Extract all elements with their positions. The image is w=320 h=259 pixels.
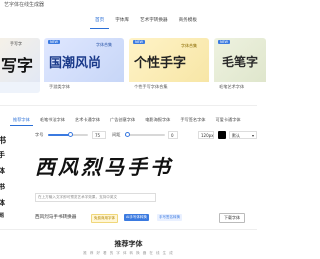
font-result-row: 西风烈马手书转换器 免费商用字体 AI手写体转换 手写签名转换 下载字体 [0,212,257,224]
style-select[interactable]: 默认 ▾ [229,131,257,139]
tab-font-library[interactable]: 字体库 [110,13,134,29]
slider-handle[interactable] [68,132,73,137]
banner-caption: 毛笔艺术字体 [219,84,245,89]
width-value[interactable]: 120px [198,131,214,139]
side-glyph: 体 [0,198,5,207]
category-tabs: 推荐字体 毛笔书法字体 艺术卡通字体 广告创意字体 电影海报字体 手写签名字体 … [10,115,244,126]
tab-business-template[interactable]: 商务模板 [174,13,202,29]
tab-brush[interactable]: 毛笔书法字体 [37,115,68,126]
tab-home[interactable]: 首页 [90,13,110,29]
banner-carousel: 手写字 写字 NEW 字体合集 国潮风尚 手游类字体 NEW 字体合集 个性手字… [0,38,266,93]
spacing-value[interactable]: 0 [168,131,178,139]
banner-subtitle: 字体合集 [96,42,112,47]
banner-card[interactable]: NEW 字体合集 国潮风尚 手游类字体 [44,38,124,93]
style-select-value: 默认 [232,133,240,138]
banner-art-text: 毛笔字 [222,55,259,69]
divider [0,229,257,230]
free-badge: 免费商用字体 [91,214,118,223]
size-slider[interactable] [48,132,88,137]
spacing-label: 间距 [112,132,121,137]
banner-caption: 个性手写字体合集 [134,84,168,89]
banner-subtitle: 字体合集 [181,43,197,48]
font-preview-text: 西风烈马手书 [35,155,173,179]
top-nav: 首页 字体库 艺术字转换器 商务模板 [90,13,202,29]
side-glyph: 书 [0,135,6,145]
divider [0,105,257,106]
tab-advert[interactable]: 广告创意字体 [107,115,138,126]
preview-text-input[interactable]: 在上方输入文字即可预览艺术字效果，支持中英文 [35,193,156,202]
tab-movie-poster[interactable]: 电影海报字体 [142,115,173,126]
tab-recommended[interactable]: 推荐字体 [10,115,33,126]
banner-art-text: 国潮风尚 [49,56,102,71]
ai-badge: AI手写体转换 [124,214,149,221]
color-swatch[interactable] [218,131,226,139]
control-bar: 字号 75 间距 0 120px 默认 ▾ [0,131,257,141]
section-title: 推荐字体 [114,240,143,248]
size-label: 字号 [35,132,44,137]
download-button[interactable]: 下载字体 [219,213,245,223]
banner-tag: NEW [133,40,146,44]
banner-caption: 手游类字体 [49,84,70,89]
tab-signature[interactable]: 手写签名字体 [177,115,208,126]
banner-art-text: 个性手字 [134,56,187,71]
banner-subtitle: 手写字 [10,41,22,46]
banner-art-text: 写字 [1,56,34,75]
banner-tag: NEW [218,40,231,44]
banner-card[interactable]: NEW 字体合集 个性手字 个性手写字体合集 [129,38,209,93]
slider-handle[interactable] [125,132,130,137]
banner-card[interactable]: 手写字 写字 [0,38,40,93]
font-name: 西风烈马手书转换器 [35,215,77,220]
size-value[interactable]: 75 [92,131,106,139]
side-glyph: 手 [0,150,5,159]
side-glyph: 体 [0,166,5,175]
banner-card[interactable]: NEW 毛笔字 毛笔艺术字体 [214,38,266,93]
tab-art-converter[interactable]: 艺术字转换器 [135,13,173,29]
banner-tag: NEW [48,40,61,44]
tab-cute-cartoon[interactable]: 可爱卡通字体 [212,115,243,126]
side-glyph: 书 [0,182,5,191]
preview-area: 书 手 体 书 体 西风烈马手书 在上方输入文字即可预览艺术字效果，支持中英文 [0,135,257,209]
chevron-down-icon: ▾ [251,133,254,138]
section-subtitle: 推 荐 好 看 的 字 体 转 换 器 在 线 生 成 [83,251,174,255]
window-title: 艺字体在线生成器 [4,2,45,8]
spacing-slider[interactable] [125,132,165,137]
tab-art-cartoon[interactable]: 艺术卡通字体 [72,115,103,126]
signature-badge: 手写签名转换 [157,214,182,221]
